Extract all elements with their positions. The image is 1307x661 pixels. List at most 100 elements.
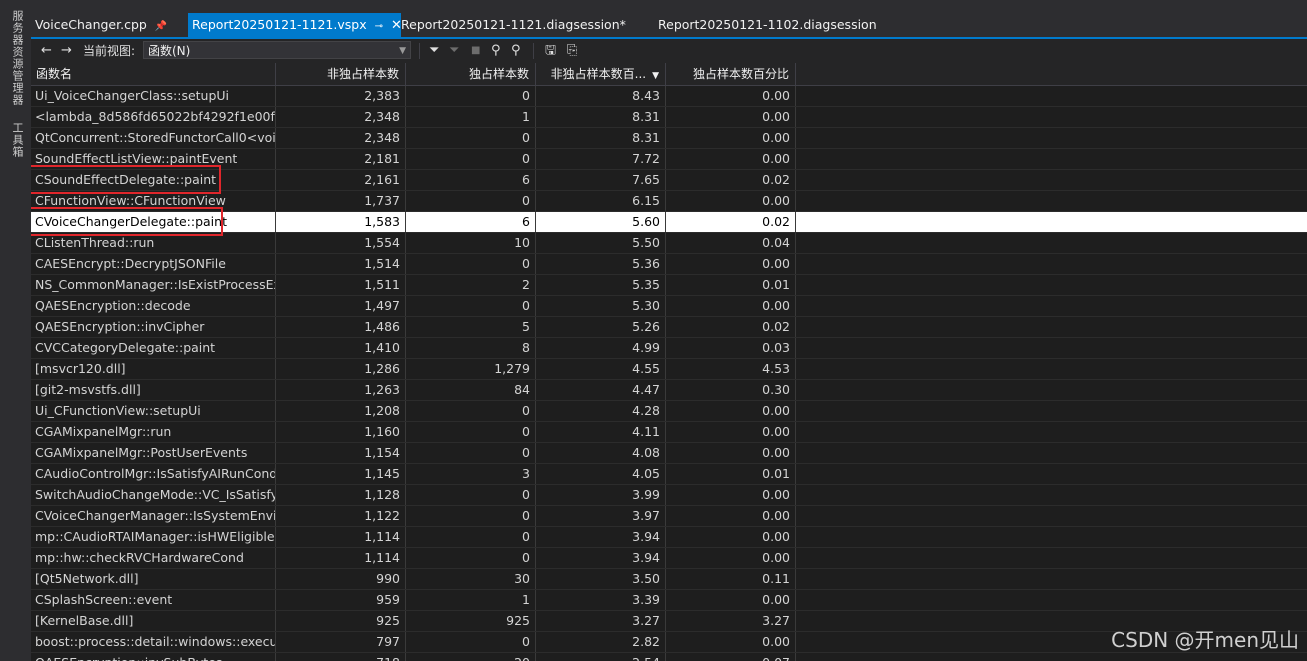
table-row[interactable]: CAudioControlMgr::IsSatisfyAIRunConditi 1…: [31, 464, 1307, 485]
filter-add-icon[interactable]: ⚲: [491, 42, 501, 60]
cell-inclusive-percent: 4.99: [536, 338, 666, 358]
tab-report-vspx[interactable]: Report20250121-1121.vspx ⊸ ✕: [188, 13, 402, 39]
cell-exclusive-percent: 3.27: [666, 611, 796, 631]
table-row[interactable]: CGAMixpanelMgr::PostUserEvents 1,154 0 4.08…: [31, 443, 1307, 464]
cell-inclusive-samples: 718: [276, 653, 406, 661]
row-filler: [796, 107, 1307, 127]
cell-exclusive-percent: 0.00: [666, 254, 796, 274]
cell-inclusive-samples: 1,114: [276, 548, 406, 568]
cell-exclusive-percent: 0.00: [666, 527, 796, 547]
cell-function-name: CVCCategoryDelegate::paint: [31, 338, 276, 358]
cell-exclusive-percent: 0.30: [666, 380, 796, 400]
table-row[interactable]: CSoundEffectDelegate::paint 2,161 6 7.65 0.0…: [31, 170, 1307, 191]
clear-filter-icon[interactable]: ⏷: [449, 42, 459, 60]
cell-exclusive-samples: 0: [406, 548, 536, 568]
row-filler: [796, 317, 1307, 337]
toolbox-tab[interactable]: 工具箱: [9, 122, 25, 158]
cell-inclusive-samples: 2,348: [276, 128, 406, 148]
cell-inclusive-samples: 1,286: [276, 359, 406, 379]
cell-inclusive-percent: 3.27: [536, 611, 666, 631]
table-row[interactable]: [msvcr120.dll] 1,286 1,279 4.55 4.53: [31, 359, 1307, 380]
cell-exclusive-percent: 0.00: [666, 506, 796, 526]
filter-remove-icon[interactable]: ⚲: [511, 42, 521, 60]
tab-report-1121-diagsession[interactable]: Report20250121-1121.diagsession*: [397, 13, 651, 37]
row-filler: [796, 548, 1307, 568]
table-row[interactable]: [git2-msvstfs.dll] 1,263 84 4.47 0.30: [31, 380, 1307, 401]
tab-voicechanger-cpp[interactable]: VoiceChanger.cpp 📌: [31, 13, 191, 37]
table-row[interactable]: Ui_CFunctionView::setupUi 1,208 0 4.28 0.00: [31, 401, 1307, 422]
cell-inclusive-samples: 2,181: [276, 149, 406, 169]
row-filler: [796, 149, 1307, 169]
table-row[interactable]: [Qt5Network.dll] 990 30 3.50 0.11: [31, 569, 1307, 590]
current-view-dropdown[interactable]: 函数(N) ▼: [143, 41, 411, 59]
column-header-inclusive-samples[interactable]: 非独占样本数: [276, 63, 406, 85]
cell-inclusive-samples: 959: [276, 590, 406, 610]
table-row[interactable]: CGAMixpanelMgr::run 1,160 0 4.11 0.00: [31, 422, 1307, 443]
table-row[interactable]: <lambda_8d586fd65022bf4292f1e00fda8 2,348…: [31, 107, 1307, 128]
column-header-inclusive-percent[interactable]: 非独占样本数百... ▼: [536, 63, 666, 85]
cell-inclusive-samples: 1,263: [276, 380, 406, 400]
column-header-exclusive-percent[interactable]: 独占样本数百分比: [666, 63, 796, 85]
cell-inclusive-percent: 5.26: [536, 317, 666, 337]
export-icon[interactable]: ⎘: [567, 42, 577, 60]
cell-inclusive-percent: 3.97: [536, 506, 666, 526]
table-row[interactable]: SwitchAudioChangeMode::VC_IsSatisfyAIF 1,…: [31, 485, 1307, 506]
chevron-down-icon: ▼: [399, 46, 406, 56]
table-row[interactable]: NS_CommonManager::IsExistProcessExe 1,511…: [31, 275, 1307, 296]
cell-inclusive-percent: 4.05: [536, 464, 666, 484]
cell-inclusive-samples: 990: [276, 569, 406, 589]
cell-function-name: Ui_VoiceChangerClass::setupUi: [31, 86, 276, 106]
table-row[interactable]: QtConcurrent::StoredFunctorCall0<void,< 2…: [31, 128, 1307, 149]
table-row[interactable]: mp::hw::checkRVCHardwareCond 1,114 0 3.94 0.…: [31, 548, 1307, 569]
table-row[interactable]: mp::CAudioRTAIManager::isHWEligibled 1,11…: [31, 527, 1307, 548]
cell-function-name: <lambda_8d586fd65022bf4292f1e00fda8: [31, 107, 276, 127]
cell-exclusive-samples: 30: [406, 569, 536, 589]
cell-inclusive-percent: 3.39: [536, 590, 666, 610]
table-row[interactable]: CVoiceChangerManager::IsSystemEnviror 1,1…: [31, 506, 1307, 527]
cell-exclusive-samples: 0: [406, 296, 536, 316]
cell-function-name: CAudioControlMgr::IsSatisfyAIRunConditi: [31, 464, 276, 484]
cell-inclusive-samples: 925: [276, 611, 406, 631]
table-row[interactable]: CListenThread::run 1,554 10 5.50 0.04: [31, 233, 1307, 254]
cell-inclusive-samples: 1,511: [276, 275, 406, 295]
cell-inclusive-samples: 1,486: [276, 317, 406, 337]
row-filler: [796, 191, 1307, 211]
table-row[interactable]: CAESEncrypt::DecryptJSONFile 1,514 0 5.36 0.…: [31, 254, 1307, 275]
stop-icon[interactable]: ■: [471, 42, 480, 60]
current-view-value: 函数(N): [148, 44, 191, 58]
table-row[interactable]: Ui_VoiceChangerClass::setupUi 2,383 0 8.43 0…: [31, 86, 1307, 107]
column-header-function-name[interactable]: 函数名: [31, 63, 276, 85]
forward-arrow-icon[interactable]: →: [61, 42, 72, 60]
table-row[interactable]: SoundEffectListView::paintEvent 2,181 0 7.7…: [31, 149, 1307, 170]
tab-label: Report20250121-1102.diagsession: [658, 17, 877, 32]
table-row[interactable]: QAESEncryption::invSubBytes718202.540.07: [31, 653, 1307, 661]
table-row[interactable]: CSplashScreen::event 959 1 3.39 0.00: [31, 590, 1307, 611]
cell-inclusive-percent: 2.54: [536, 653, 666, 661]
current-view-label: 当前视图:: [83, 44, 136, 58]
cell-inclusive-samples: 1,154: [276, 443, 406, 463]
cell-exclusive-percent: 0.02: [666, 212, 796, 232]
cell-function-name: CGAMixpanelMgr::run: [31, 422, 276, 442]
pin-icon[interactable]: ⊸: [375, 15, 383, 39]
cell-exclusive-percent: 0.03: [666, 338, 796, 358]
filter-icon[interactable]: ⏷: [429, 42, 439, 60]
document-tab-bar: VoiceChanger.cpp 📌 Report20250121-1121.vs…: [31, 13, 1307, 37]
tab-report-1102-diagsession[interactable]: Report20250121-1102.diagsession: [654, 13, 898, 37]
table-row[interactable]: CVCCategoryDelegate::paint 1,410 8 4.99 0.03: [31, 338, 1307, 359]
cell-inclusive-percent: 5.50: [536, 233, 666, 253]
save-icon[interactable]: 🖫: [545, 42, 556, 60]
row-filler: [796, 422, 1307, 442]
row-filler: [796, 86, 1307, 106]
row-filler: [796, 212, 1307, 232]
cell-exclusive-samples: 0: [406, 191, 536, 211]
cell-inclusive-percent: 5.35: [536, 275, 666, 295]
pin-icon[interactable]: 📌: [155, 15, 167, 39]
table-row[interactable]: QAESEncryption::invCipher 1,486 5 5.26 0.02: [31, 317, 1307, 338]
column-header-exclusive-samples[interactable]: 独占样本数: [406, 63, 536, 85]
server-explorer-tab[interactable]: 服务器资源管理器: [9, 10, 25, 106]
row-filler: [796, 296, 1307, 316]
cell-inclusive-percent: 5.36: [536, 254, 666, 274]
toolbar-separator: [533, 43, 534, 59]
back-arrow-icon[interactable]: ←: [41, 42, 52, 60]
table-row[interactable]: QAESEncryption::decode 1,497 0 5.30 0.00: [31, 296, 1307, 317]
